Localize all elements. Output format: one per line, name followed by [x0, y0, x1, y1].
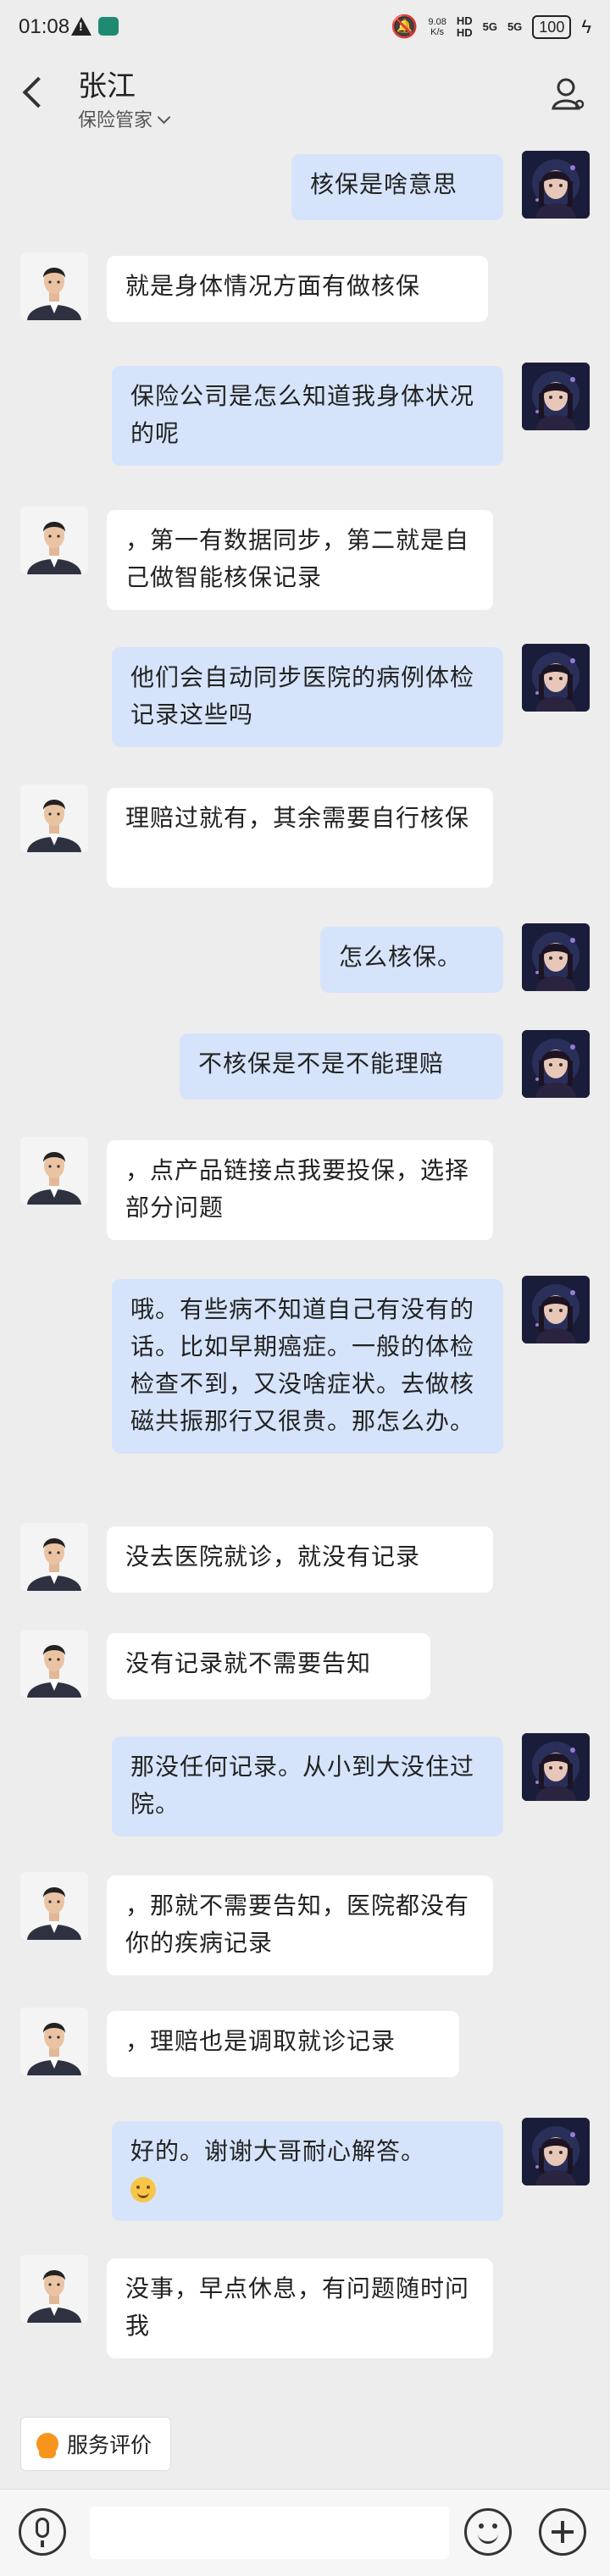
message-text: 没有记录就不需要告知: [125, 1649, 372, 1677]
message-bubble[interactable]: 那没任何记录。从小到大没住过院。: [112, 1737, 503, 1836]
my-avatar[interactable]: [522, 923, 590, 991]
chat-header: 张江 保险管家: [0, 58, 610, 139]
message-row: ，点产品链接点我要投保，选择部分问题: [0, 1137, 610, 1245]
contact-avatar[interactable]: [20, 507, 88, 574]
message-row: 他们会自动同步医院的病例体检记录这些吗: [0, 644, 610, 752]
add-attachment-icon[interactable]: [539, 2508, 586, 2556]
message-text: ，那就不需要告知，医院都没有你的疾病记录: [125, 1892, 470, 1957]
message-text: 不核保是不是不能理赔: [198, 1050, 445, 1077]
message-bubble[interactable]: ，第一有数据同步，第二就是自己做智能核保记录: [107, 510, 493, 610]
message-row: ，理赔也是调取就诊记录: [0, 2008, 610, 2082]
smiling-face-emoji-icon: [130, 2177, 156, 2202]
contact-avatar[interactable]: [20, 784, 88, 852]
my-avatar[interactable]: [522, 1276, 590, 1343]
contact-subtitle[interactable]: 保险管家: [78, 105, 171, 132]
charging-icon: ϟ: [581, 15, 591, 37]
contact-avatar[interactable]: [20, 1137, 88, 1205]
contact-name: 张江: [78, 69, 136, 103]
message-text: 理赔过就有，其余需要自行核保: [125, 804, 470, 832]
notification-icons: [71, 17, 119, 36]
my-avatar[interactable]: [522, 1733, 590, 1801]
message-bubble[interactable]: 保险公司是怎么知道我身体状况的呢: [112, 366, 503, 466]
contact-avatar[interactable]: [20, 1523, 88, 1591]
emoji-icon[interactable]: [464, 2508, 512, 2556]
message-row: 不核保是不是不能理赔: [0, 1030, 610, 1105]
contact-profile-icon[interactable]: [549, 75, 588, 114]
message-text: ，点产品链接点我要投保，选择部分问题: [125, 1156, 470, 1222]
message-text: 好的。谢谢大哥耐心解答。: [130, 2137, 426, 2165]
chevron-down-icon: [157, 110, 171, 125]
message-row: 核保是啥意思: [0, 151, 610, 225]
message-input[interactable]: [90, 2507, 449, 2559]
status-bar: 01:08 🔕 9.08 K/s HD HD 5G 5G 100 ϟ: [0, 0, 610, 58]
back-arrow-icon[interactable]: [22, 76, 54, 108]
contact-avatar[interactable]: [20, 2255, 88, 2323]
message-row: 保险公司是怎么知道我身体状况的呢: [0, 363, 610, 471]
service-rating-button[interactable]: 服务评价: [20, 2417, 172, 2471]
message-row: ，第一有数据同步，第二就是自己做智能核保记录: [0, 507, 610, 615]
message-text: 他们会自动同步医院的病例体检记录这些吗: [130, 663, 475, 728]
message-row: 哦。有些病不知道自己有没有的话。比如早期癌症。一般的体检检查不到，又没啥症状。去…: [0, 1276, 610, 1459]
contact-avatar[interactable]: [20, 252, 88, 320]
message-row: 理赔过就有，其余需要自行核保: [0, 784, 610, 893]
voice-input-icon[interactable]: [19, 2508, 66, 2556]
message-text: ，理赔也是调取就诊记录: [125, 2027, 396, 2055]
message-text: 那没任何记录。从小到大没住过院。: [130, 1753, 475, 1818]
message-text: 没去医院就诊，就没有记录: [125, 1543, 421, 1571]
signal-hd: HD HD: [456, 14, 473, 39]
contact-avatar[interactable]: [20, 2008, 88, 2075]
contact-avatar[interactable]: [20, 1872, 88, 1940]
message-text: 核保是啥意思: [310, 170, 458, 198]
message-row: 那没任何记录。从小到大没住过院。: [0, 1733, 610, 1842]
mute-icon: 🔕: [391, 14, 419, 39]
message-text: 就是身体情况方面有做核保: [125, 272, 421, 300]
message-bubble[interactable]: ，那就不需要告知，医院都没有你的疾病记录: [107, 1875, 493, 1975]
my-avatar[interactable]: [522, 1030, 590, 1098]
my-avatar[interactable]: [522, 363, 590, 430]
message-bubble[interactable]: ，理赔也是调取就诊记录: [107, 2011, 459, 2077]
message-row: ，那就不需要告知，医院都没有你的疾病记录: [0, 1872, 610, 1980]
message-bubble[interactable]: 好的。谢谢大哥耐心解答。: [112, 2121, 503, 2221]
message-bubble[interactable]: 没事，早点休息，有问题随时问我: [107, 2258, 493, 2358]
signal-5g-icon-2: 5G: [507, 19, 523, 33]
message-row: 就是身体情况方面有做核保: [0, 252, 610, 327]
my-avatar[interactable]: [522, 644, 590, 712]
message-text: 哦。有些病不知道自己有没有的话。比如早期癌症。一般的体检检查不到，又没啥症状。去…: [130, 1295, 475, 1435]
signal-5g-icon: 5G: [482, 19, 497, 33]
message-text: 怎么核保。: [339, 943, 463, 971]
message-bubble[interactable]: 怎么核保。: [320, 927, 503, 993]
my-avatar[interactable]: [522, 151, 590, 219]
message-bubble[interactable]: 就是身体情况方面有做核保: [107, 256, 488, 322]
message-row: 怎么核保。: [0, 923, 610, 998]
message-bubble[interactable]: 没去医院就诊，就没有记录: [107, 1526, 493, 1593]
message-bubble[interactable]: ，点产品链接点我要投保，选择部分问题: [107, 1140, 493, 1240]
app-notification-icon: [98, 17, 119, 36]
message-bubble[interactable]: 哦。有些病不知道自己有没有的话。比如早期癌症。一般的体检检查不到，又没啥症状。去…: [112, 1279, 503, 1454]
message-row: 没有记录就不需要告知: [0, 1630, 610, 1704]
message-bubble[interactable]: 核保是啥意思: [291, 154, 503, 220]
message-row: 没事，早点休息，有问题随时问我: [0, 2255, 610, 2363]
network-speed: 9.08 K/s: [428, 16, 446, 37]
message-bubble[interactable]: 理赔过就有，其余需要自行核保: [107, 788, 493, 888]
contact-avatar[interactable]: [20, 1630, 88, 1698]
battery-indicator: 100: [532, 14, 572, 39]
message-text: 保险公司是怎么知道我身体状况的呢: [130, 382, 475, 447]
status-time: 01:08: [19, 15, 70, 38]
message-text: ，第一有数据同步，第二就是自己做智能核保记录: [125, 526, 470, 591]
status-right: 🔕 9.08 K/s HD HD 5G 5G 100 ϟ: [391, 14, 591, 40]
input-bar: [0, 2489, 610, 2576]
rating-icon: [36, 2433, 58, 2458]
message-row: 没去医院就诊，就没有记录: [0, 1523, 610, 1598]
my-avatar[interactable]: [522, 2118, 590, 2185]
warning-icon: [71, 17, 92, 36]
message-text: 没事，早点休息，有问题随时问我: [125, 2274, 470, 2340]
message-row: 好的。谢谢大哥耐心解答。: [0, 2118, 610, 2226]
message-bubble[interactable]: 没有记录就不需要告知: [107, 1633, 430, 1699]
message-bubble[interactable]: 不核保是不是不能理赔: [180, 1033, 503, 1100]
message-bubble[interactable]: 他们会自动同步医院的病例体检记录这些吗: [112, 647, 503, 747]
